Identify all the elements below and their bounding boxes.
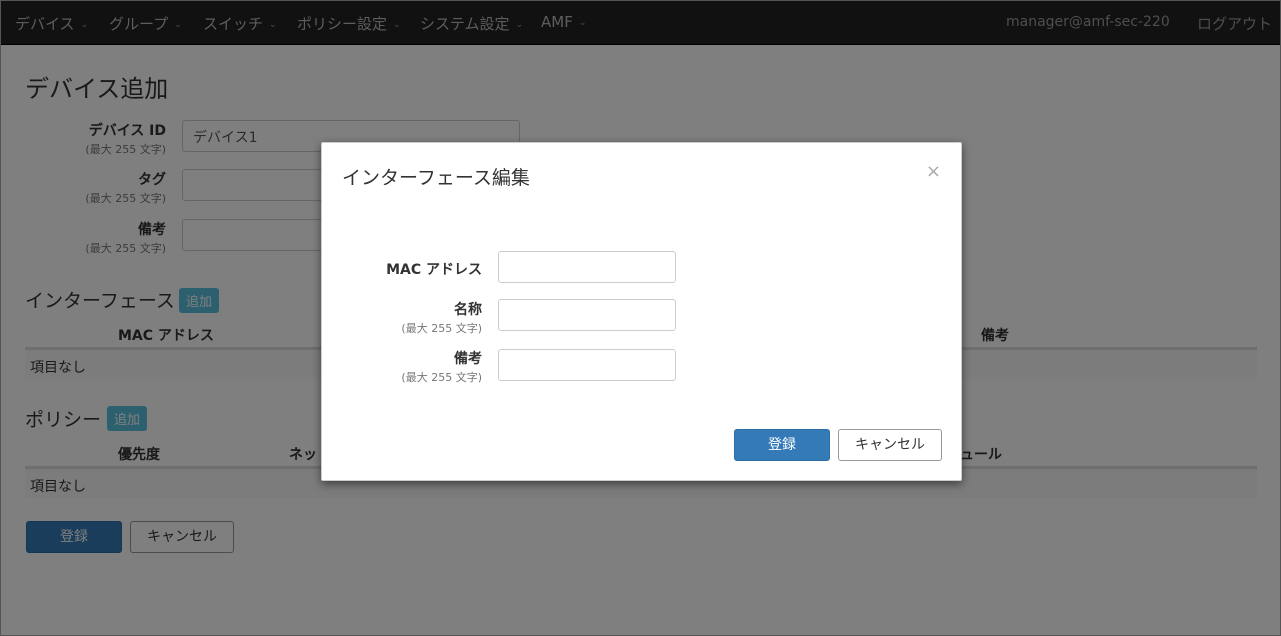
close-icon[interactable]: × [926,161,941,182]
field-label: MAC アドレス [386,262,482,278]
app-window: デバイス⌄ グループ⌄ スイッチ⌄ ポリシー設定⌄ システム設定⌄ AMF⌄ m… [0,0,1281,636]
mac-address-input[interactable] [498,251,676,283]
modal-note-label: 備考 (最大 255 文字) [322,348,482,385]
mac-address-label: MAC アドレス [322,259,482,279]
name-label: 名称 (最大 255 文字) [322,299,482,336]
field-hint: (最大 255 文字) [401,322,482,335]
modal-title: インターフェース編集 [342,167,530,189]
name-input[interactable] [498,299,676,331]
field-hint: (最大 255 文字) [401,371,482,384]
modal-cancel-button[interactable]: キャンセル [838,429,942,461]
modal-note-input[interactable] [498,349,676,381]
interface-edit-modal: インターフェース編集 × MAC アドレス 名称 (最大 255 文字) 備考 … [321,142,962,481]
field-label: 名称 [454,302,482,318]
field-label: 備考 [454,351,482,367]
modal-register-button[interactable]: 登録 [734,429,830,461]
